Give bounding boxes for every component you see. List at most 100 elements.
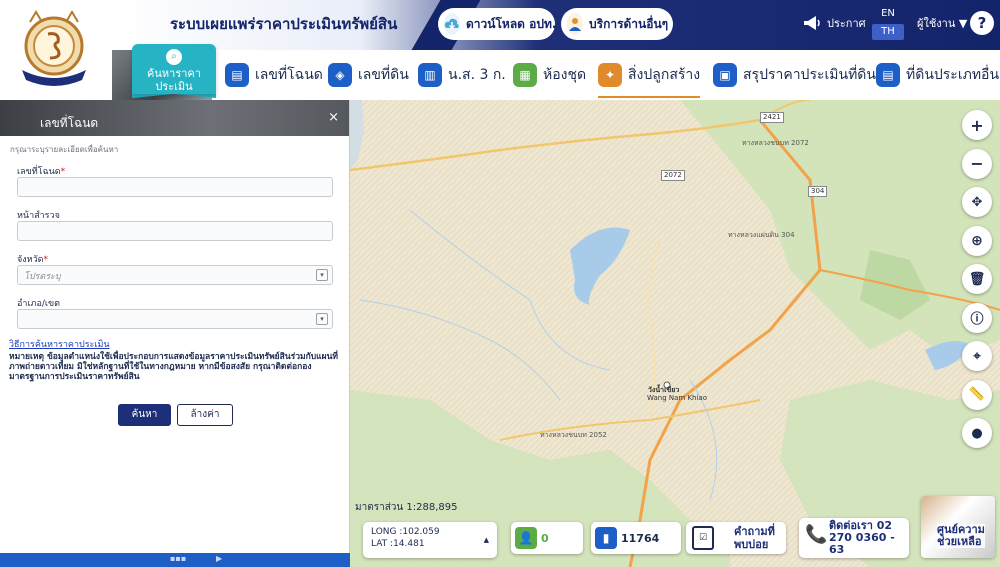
road-label-2072: ทางหลวงชนบท 2072 [742, 139, 809, 147]
nav-item-condo[interactable]: ▦ ห้องชุด [513, 60, 586, 90]
search-method-link[interactable]: วิธีการค้นหาราคาประเมิน [9, 337, 110, 351]
map-toolbar: + − ✥ ⊕ 🗑 ⓘ ⌖ 📏 ● [962, 110, 992, 457]
deed-number-label: เลขที่โฉนด* [17, 167, 66, 177]
pan-button[interactable]: ✥ [962, 187, 992, 217]
caret-down-icon: ▼ [958, 17, 968, 30]
nav-item-land-summary[interactable]: ▣ สรุปราคาประเมินที่ดิน [713, 60, 876, 90]
announce-button[interactable]: ประกาศ [803, 14, 866, 32]
search-tab-line2: ประเมิน [155, 80, 193, 93]
coordinates-readout: LONG :102.059 LAT :14.481 ▲ [363, 522, 497, 558]
download-button[interactable]: ดาวน์โหลด อปท. [438, 8, 556, 40]
online-users-count: 0 [541, 531, 549, 545]
latitude-text: LAT :14.481 [371, 539, 425, 549]
ruler-icon: 📏 [968, 387, 986, 402]
road-shield-304: 304 [808, 186, 828, 197]
plus-icon: + [970, 115, 984, 135]
map-view[interactable]: 2421 2072 304 วังน้ำเขียว Wang Nam Khiao… [350, 100, 1000, 567]
lang-en-button[interactable]: EN [872, 6, 904, 22]
contact-button[interactable]: 📞 ติดต่อเรา 02 270 0360 - 63 [799, 518, 909, 558]
nav-item-label: ที่ดินประเภทอื่น [906, 67, 1000, 83]
panel-footer: ▪▪▪ ▶ [0, 553, 350, 567]
nav-item-land-number[interactable]: ◈ เลขที่ดิน [328, 60, 409, 90]
place-name-en: Wang Nam Khiao [647, 394, 707, 402]
search-panel: เลขที่โฉนด × กรุณาระบุรายละเอียดเพื่อค้น… [0, 100, 350, 567]
money-icon: ▣ [713, 63, 737, 87]
crosshair-icon: ⊕ [971, 232, 983, 249]
nav-item-deed[interactable]: ▤ เลขที่โฉนด [225, 60, 323, 90]
zoom-in-button[interactable]: + [962, 110, 992, 140]
faq-label: คำถามที่ พบบ่อย [734, 525, 775, 551]
survey-page-label: หน้าสำรวจ [17, 211, 60, 221]
minus-icon: − [970, 154, 984, 173]
survey-page-input[interactable] [17, 221, 333, 241]
building-icon: ▦ [513, 63, 537, 87]
deed-number-input[interactable] [17, 177, 333, 197]
district-label: อำเภอ/เขต [17, 299, 60, 309]
nav-item-label: น.ส. 3 ก. [448, 67, 506, 83]
road-label-304: ทางหลวงแผ่นดิน 304 [728, 231, 795, 239]
caret-up-icon[interactable]: ▲ [484, 534, 489, 546]
district-select[interactable]: ▾ [17, 309, 333, 329]
checklist-icon: ☑ [692, 526, 714, 550]
phone-icon: 📞 [805, 524, 828, 545]
announce-label: ประกาศ [827, 17, 866, 30]
marker-button[interactable]: ⌖ [962, 341, 992, 371]
clear-map-button[interactable]: 🗑 [962, 264, 992, 294]
zoom-out-button[interactable]: − [962, 148, 992, 179]
locate-button[interactable]: ⊕ [962, 225, 992, 256]
search-button[interactable]: ค้นหา [118, 404, 171, 426]
megaphone-icon [804, 16, 820, 30]
clear-button[interactable]: ล้างค่า [177, 404, 233, 426]
user-menu[interactable]: ผู้ใช้งาน ▼ [917, 14, 967, 32]
service-person-icon [567, 13, 583, 35]
magnifier-icon: ⌕ [166, 49, 182, 65]
document-icon: ▤ [876, 63, 900, 87]
close-icon[interactable]: × [328, 110, 339, 125]
play-icon[interactable]: ▶ [216, 554, 222, 563]
cloud-download-icon [444, 13, 460, 35]
map-icon: ▥ [418, 63, 442, 87]
online-users-stat: 👤 0 [511, 522, 583, 554]
nav-item-other-land[interactable]: ▤ ที่ดินประเภทอื่น [876, 60, 999, 90]
measure-button[interactable]: 📏 [962, 379, 992, 410]
logo-area [0, 0, 112, 100]
street-view-button[interactable]: ● [962, 418, 992, 448]
panel-header: เลขที่โฉนด × [0, 100, 349, 136]
person-icon: ● [971, 425, 983, 441]
nav-item-label: เลขที่ดิน [358, 67, 409, 83]
move-arrows-icon: ✥ [971, 194, 983, 210]
nav-item-ns3k[interactable]: ▥ น.ส. 3 ก. [418, 60, 506, 90]
road-shield-2421: 2421 [760, 112, 784, 123]
handshake-icon: ✦ [598, 63, 622, 87]
map-scale: มาตราส่วน 1:288,895 [355, 502, 458, 513]
nav-item-label: สรุปราคาประเมินที่ดิน [743, 67, 876, 83]
nav-item-label: สิ่งปลูกสร้าง [628, 67, 701, 83]
treasury-logo-icon[interactable] [12, 8, 96, 92]
chevron-down-icon: ▾ [316, 269, 328, 281]
lang-th-button[interactable]: TH [872, 24, 904, 40]
location-pin-icon: ⌖ [973, 348, 981, 364]
nav-item-building[interactable]: ✦ สิ่งปลูกสร้าง [598, 60, 701, 98]
help-center-label: ศูนย์ความ ช่วยเหลือ [937, 523, 985, 548]
deed-icon: ▤ [225, 63, 249, 87]
panel-title: เลขที่โฉนด [40, 116, 99, 130]
bar-chart-icon: ▮ [595, 527, 617, 549]
user-label: ผู้ใช้งาน [917, 17, 956, 30]
province-placeholder: โปรดระบุ [24, 272, 61, 282]
help-center-button[interactable]: ศูนย์ความ ช่วยเหลือ [921, 496, 995, 558]
visitor-stat: ▮ 11764 [591, 522, 681, 554]
language-switcher: EN TH [872, 6, 904, 42]
info-button[interactable]: ⓘ [962, 302, 992, 333]
search-price-tab[interactable]: ⌕ ค้นหาราคา ประเมิน [132, 44, 216, 94]
disclaimer-text: หมายเหตุ ข้อมูลตำแหน่งใช้เพื่อประกอบการแ… [9, 352, 339, 382]
layers-icon: ◈ [328, 63, 352, 87]
pager-left-icon[interactable]: ▪▪▪ [170, 554, 186, 563]
province-select[interactable]: โปรดระบุ ▾ [17, 265, 333, 285]
help-button[interactable]: ? [970, 11, 994, 35]
road-shield-2072: 2072 [661, 170, 685, 181]
other-services-button[interactable]: บริการด้านอื่นๆ [561, 8, 673, 40]
faq-button[interactable]: ☑ คำถามที่ พบบ่อย [686, 522, 786, 554]
province-label: จังหวัด* [17, 255, 48, 265]
search-tab-line1: ค้นหาราคา [147, 67, 201, 80]
site-title: ระบบเผยแพร่ราคาประเมินทรัพย์สิน [170, 15, 398, 33]
